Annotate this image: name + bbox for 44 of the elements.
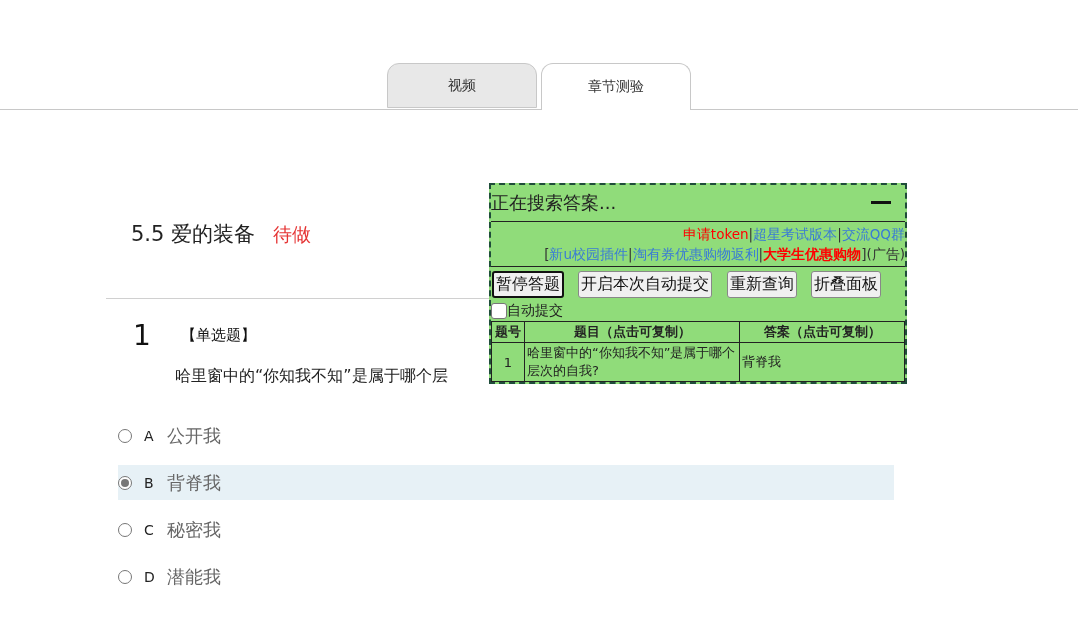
radio-button[interactable] <box>118 428 132 443</box>
option-letter: D <box>144 568 156 585</box>
separator-text: ] <box>861 245 867 264</box>
answer-option[interactable]: B 背脊我 <box>118 465 894 500</box>
radio-button[interactable] <box>118 475 132 490</box>
option-text: 秘密我 <box>167 517 221 542</box>
table-cell[interactable]: 哈里窗中的“你知我不知”是属于哪个层次的自我? <box>524 342 740 382</box>
radio-button[interactable] <box>118 522 132 537</box>
tab[interactable]: 章节测验 <box>541 63 691 110</box>
separator-text: | <box>758 245 764 264</box>
panel-button[interactable]: 重新查询 <box>726 271 797 298</box>
question-text: 哈里窗中的“你知我不知”是属于哪个层 <box>175 366 448 385</box>
status-label: 待做 <box>273 222 312 247</box>
separator-text: [ <box>544 245 550 264</box>
minimize-icon[interactable] <box>871 201 891 205</box>
separator-text: | <box>628 245 633 264</box>
separator-text: (广告) <box>866 245 905 264</box>
option-text: 背脊我 <box>167 470 221 495</box>
question-type: 【单选题】 <box>180 326 256 345</box>
answer-option[interactable]: A 公开我 <box>118 418 894 453</box>
panel-button[interactable]: 开启本次自动提交 <box>578 271 713 298</box>
column-header: 题目（点击可复制） <box>524 321 740 343</box>
option-text: 潜能我 <box>167 564 221 589</box>
panel-button[interactable]: 折叠面板 <box>811 271 881 298</box>
tab[interactable]: 视频 <box>387 63 537 108</box>
table-cell: 1 <box>491 342 525 382</box>
table-cell[interactable]: 背脊我 <box>739 342 905 382</box>
question-number: 1 <box>133 319 151 352</box>
column-header: 答案（点击可复制） <box>739 321 905 343</box>
answer-option[interactable]: C 秘密我 <box>118 512 894 547</box>
column-header: 题号 <box>491 321 525 343</box>
panel-title: 正在搜索答案... <box>491 191 617 215</box>
option-letter: C <box>144 521 155 538</box>
separator-text: | <box>748 225 754 244</box>
checkbox-label: 自动提交 <box>507 302 563 320</box>
answer-option[interactable]: D 潜能我 <box>118 559 894 594</box>
option-letter: A <box>144 427 155 444</box>
panel-button[interactable]: 暂停答题 <box>492 271 564 298</box>
chapter-title: 5.5 爱的装备 <box>131 221 256 248</box>
separator-text: | <box>837 225 842 244</box>
checkbox[interactable] <box>491 303 507 319</box>
radio-button[interactable] <box>118 569 132 584</box>
option-text: 公开我 <box>167 423 221 448</box>
option-letter: B <box>144 474 155 491</box>
